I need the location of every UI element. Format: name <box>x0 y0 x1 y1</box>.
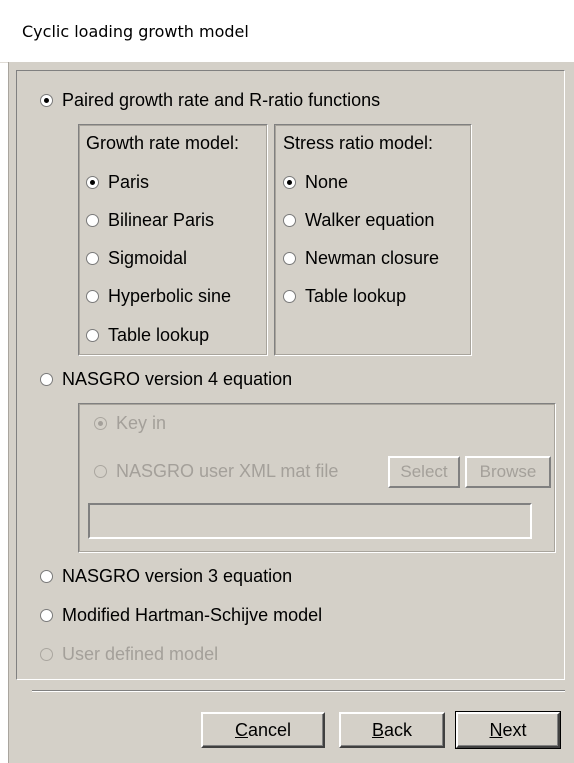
key-in-label: Key in <box>116 413 167 433</box>
radio-indicator[interactable] <box>40 373 53 386</box>
title-bar: Cyclic loading growth model <box>0 0 574 63</box>
radio-indicator[interactable] <box>86 176 99 189</box>
radio-indicator[interactable] <box>40 648 53 661</box>
paired-functions-radio[interactable]: Paired growth rate and R-ratio functions <box>40 90 380 111</box>
select-button[interactable]: Select <box>388 456 460 488</box>
growth-sigmoidal-radio[interactable]: Sigmoidal <box>86 248 187 269</box>
xml-file-path-field[interactable] <box>88 503 532 539</box>
radio-indicator[interactable] <box>283 290 296 303</box>
growth-rate-heading: Growth rate model: <box>86 133 240 153</box>
nasgro-v3-radio[interactable]: NASGRO version 3 equation <box>40 566 292 587</box>
stress-walker-radio[interactable]: Walker equation <box>283 210 434 231</box>
growth-sigmoidal-label: Sigmoidal <box>108 248 188 268</box>
growth-hyperbolic-sine-label: Hyperbolic sine <box>108 286 232 306</box>
growth-bilinear-paris-label: Bilinear Paris <box>108 210 215 230</box>
radio-indicator[interactable] <box>94 465 107 478</box>
growth-rate-box <box>78 124 268 356</box>
radio-indicator[interactable] <box>86 214 99 227</box>
stress-newman-radio[interactable]: Newman closure <box>283 248 439 269</box>
button-separator <box>32 690 565 692</box>
radio-indicator[interactable] <box>283 252 296 265</box>
radio-indicator[interactable] <box>40 609 53 622</box>
radio-indicator[interactable] <box>283 176 296 189</box>
next-button-label: Next <box>489 719 527 740</box>
stress-table-lookup-label: Table lookup <box>305 286 407 306</box>
nasgro-v4-label: NASGRO version 4 equation <box>62 369 293 389</box>
radio-indicator[interactable] <box>86 252 99 265</box>
radio-indicator[interactable] <box>86 290 99 303</box>
growth-bilinear-paris-radio[interactable]: Bilinear Paris <box>86 210 214 231</box>
growth-table-lookup-radio[interactable]: Table lookup <box>86 325 209 346</box>
radio-indicator[interactable] <box>283 214 296 227</box>
stress-ratio-heading: Stress ratio model: <box>283 133 434 153</box>
key-in-radio[interactable]: Key in <box>94 413 166 434</box>
nasgro-v3-label: NASGRO version 3 equation <box>62 566 293 586</box>
radio-indicator[interactable] <box>86 329 99 342</box>
growth-hyperbolic-sine-radio[interactable]: Hyperbolic sine <box>86 286 231 307</box>
radio-indicator[interactable] <box>40 94 53 107</box>
radio-indicator[interactable] <box>94 417 107 430</box>
hartman-schijve-label: Modified Hartman-Schijve model <box>62 605 323 625</box>
stress-table-lookup-radio[interactable]: Table lookup <box>283 286 406 307</box>
xml-mat-file-label: NASGRO user XML mat file <box>116 461 339 481</box>
user-defined-radio[interactable]: User defined model <box>40 644 218 665</box>
user-defined-label: User defined model <box>62 644 219 664</box>
stress-none-radio[interactable]: None <box>283 172 348 193</box>
radio-indicator[interactable] <box>40 570 53 583</box>
stress-walker-label: Walker equation <box>305 210 435 230</box>
stress-newman-label: Newman closure <box>305 248 440 268</box>
stress-none-label: None <box>305 172 349 192</box>
dialog-window: Cyclic loading growth model Paired growt… <box>0 0 574 763</box>
growth-table-lookup-label: Table lookup <box>108 325 210 345</box>
growth-paris-label: Paris <box>108 172 150 192</box>
next-button[interactable]: Next <box>455 711 561 749</box>
stress-ratio-box <box>274 124 472 356</box>
paired-functions-label: Paired growth rate and R-ratio functions <box>62 90 381 110</box>
hartman-schijve-radio[interactable]: Modified Hartman-Schijve model <box>40 605 322 626</box>
back-button-label: Back <box>371 719 413 740</box>
xml-mat-file-radio[interactable]: NASGRO user XML mat file <box>94 461 338 482</box>
cancel-button[interactable]: Cancel <box>201 712 325 748</box>
browse-button[interactable]: Browse <box>465 456 551 488</box>
window-title: Cyclic loading growth model <box>22 22 249 41</box>
cancel-button-label: Cancel <box>234 719 292 740</box>
growth-paris-radio[interactable]: Paris <box>86 172 149 193</box>
back-button[interactable]: Back <box>339 712 445 748</box>
nasgro-v4-radio[interactable]: NASGRO version 4 equation <box>40 369 292 390</box>
